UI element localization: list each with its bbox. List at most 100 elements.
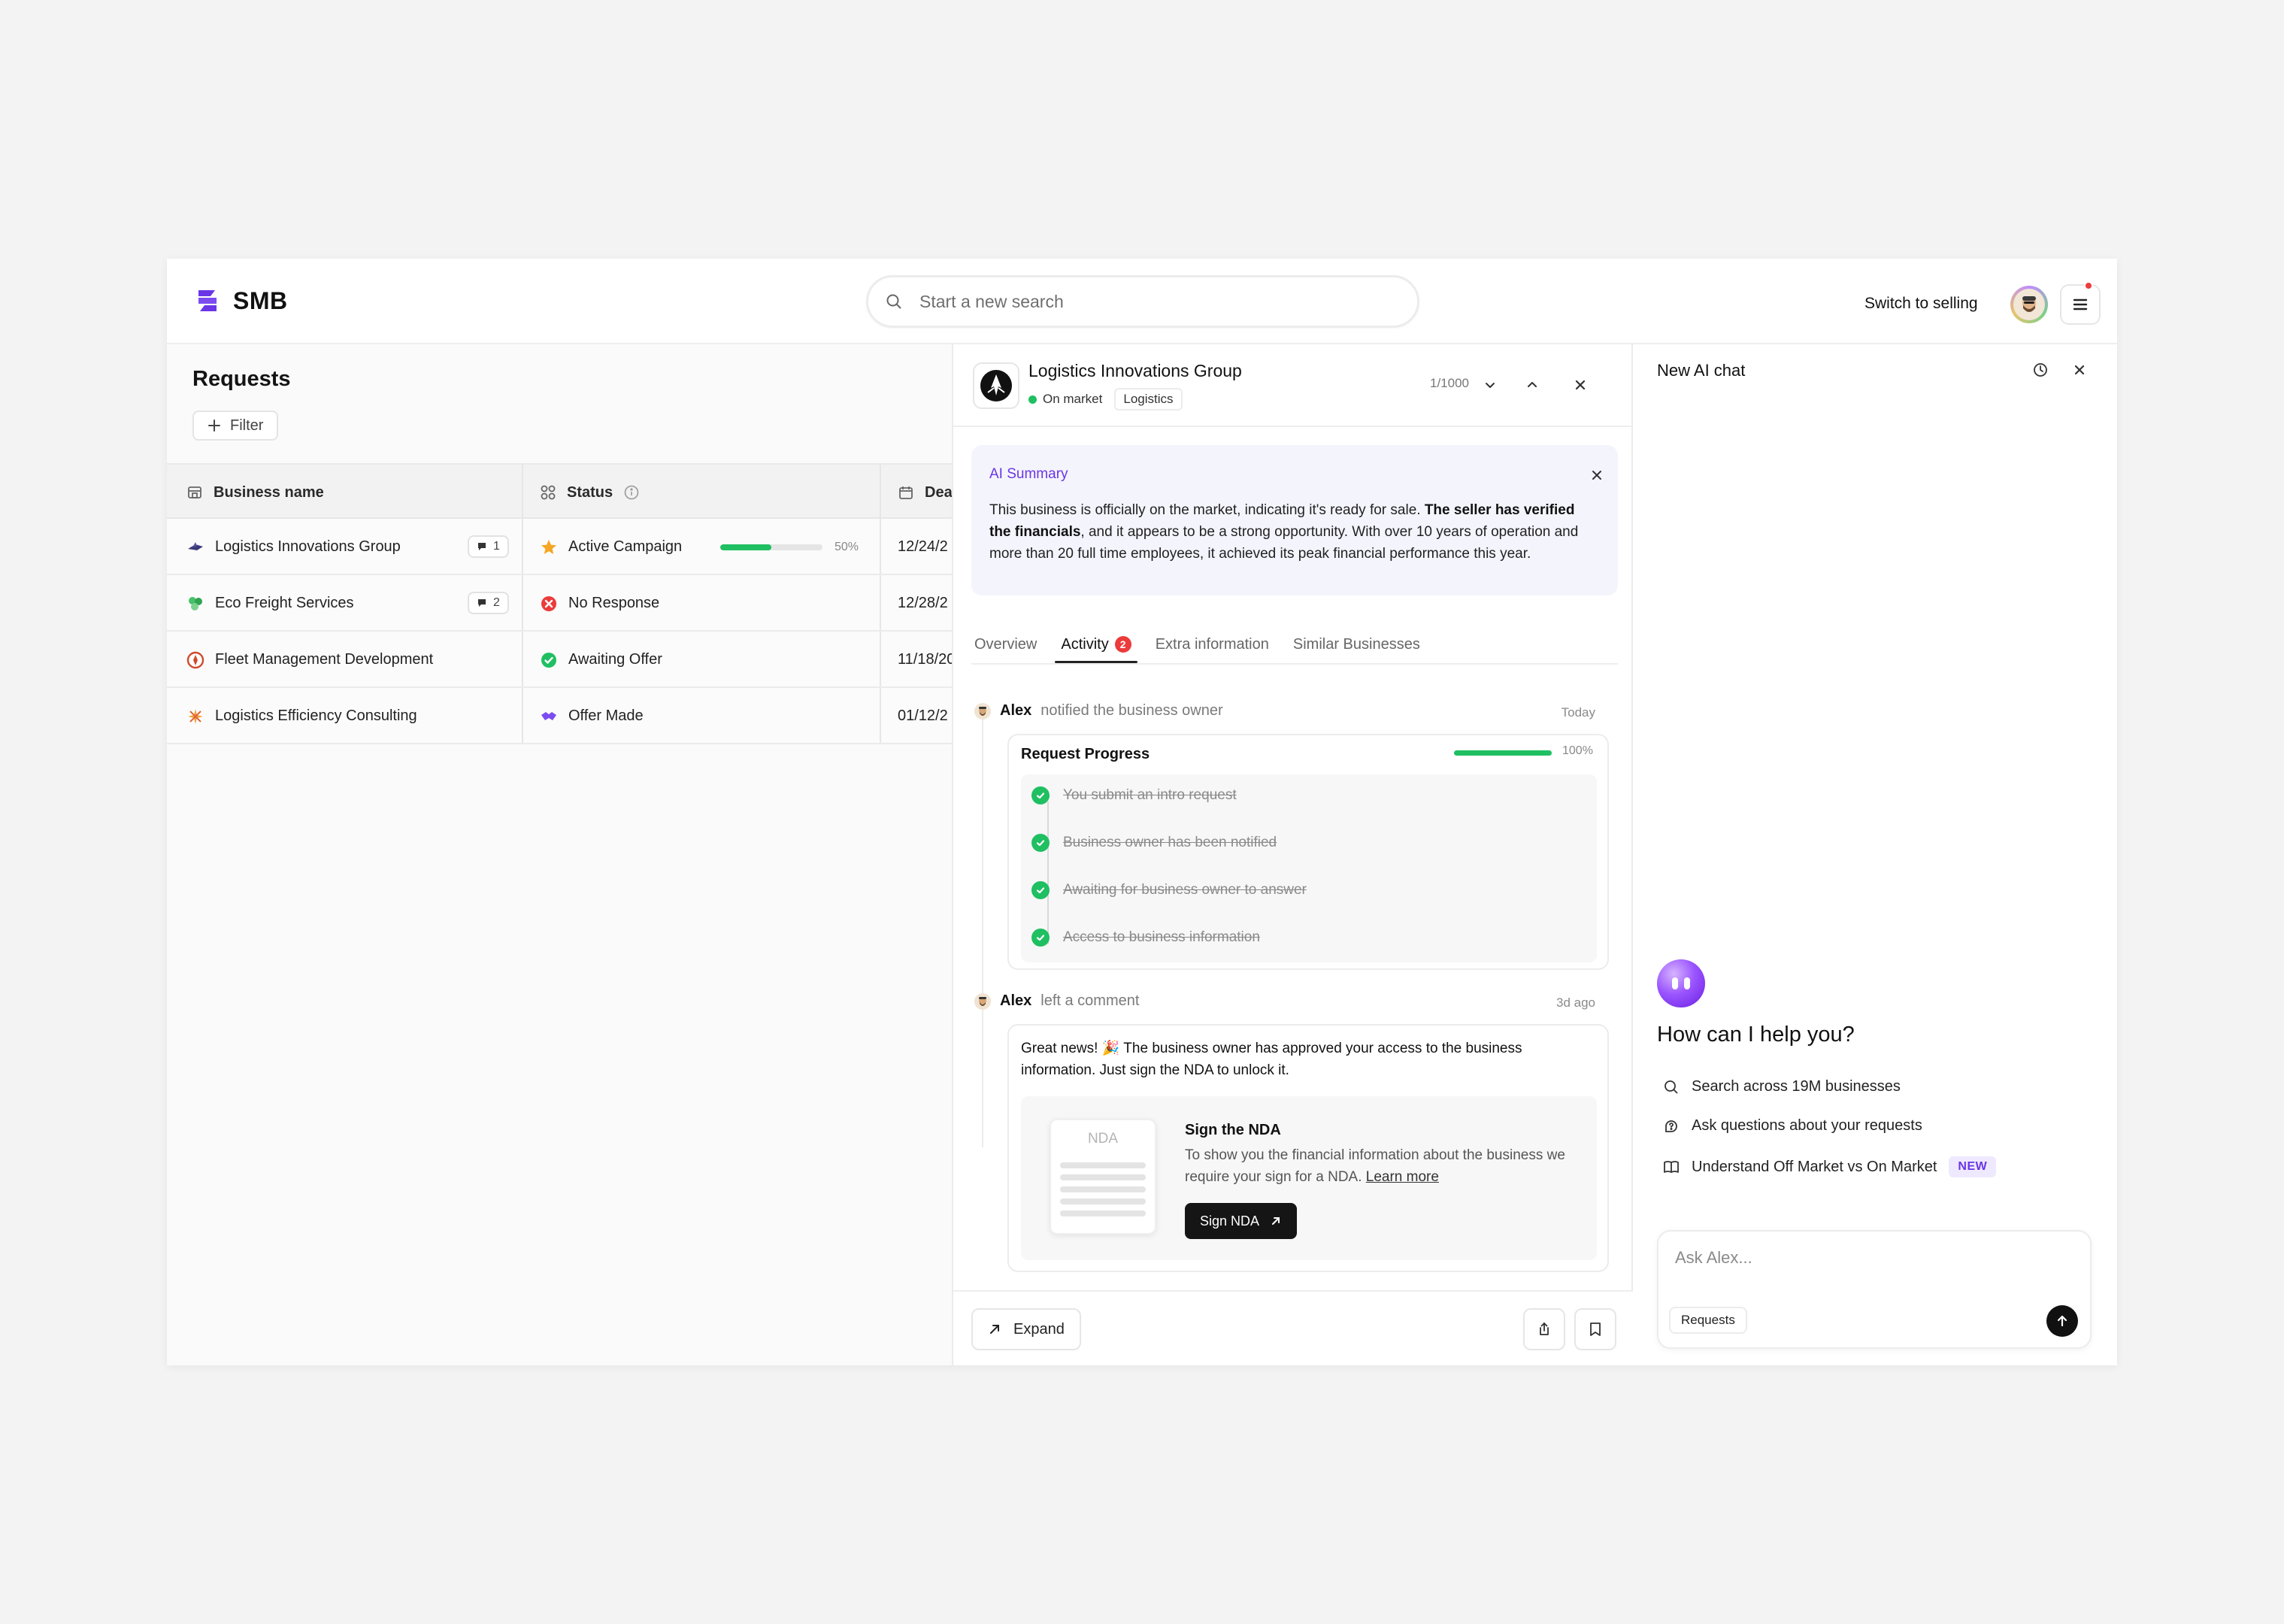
request-progress-card: Request Progress 100% You submit an intr…	[1007, 734, 1609, 970]
ai-chat-panel: New AI chat How can I help you? Search a…	[1633, 344, 2117, 1365]
comment-count-badge[interactable]: 2	[468, 592, 509, 614]
logo-icon	[198, 290, 217, 311]
tab-similar-businesses[interactable]: Similar Businesses	[1293, 626, 1420, 663]
column-business-name[interactable]: Business name	[186, 465, 324, 520]
column-status[interactable]: Status	[540, 465, 640, 520]
suggestion-label: Ask questions about your requests	[1692, 1117, 1922, 1134]
chat-input[interactable]	[1675, 1248, 2066, 1268]
suggestion-search[interactable]: Search across 19M businesses	[1663, 1078, 1901, 1095]
activity-time: 3d ago	[1556, 995, 1595, 1010]
check-circle-icon	[1031, 834, 1050, 852]
table-row[interactable]: Fleet Management Development Awaiting Of…	[167, 632, 956, 688]
table-header: Business name Status Dea	[167, 463, 953, 520]
tab-activity[interactable]: Activity 2	[1055, 626, 1138, 663]
logo-text: SMB	[233, 286, 288, 314]
business-name: Fleet Management Development	[215, 651, 434, 668]
filter-button[interactable]: Filter	[192, 411, 279, 441]
progress-steps: You submit an intro request Business own…	[1021, 774, 1597, 962]
steps-connector	[1047, 801, 1049, 944]
tab-extra-information[interactable]: Extra information	[1156, 626, 1269, 663]
info-icon[interactable]	[623, 484, 640, 501]
step-label: Awaiting for business owner to answer	[1063, 882, 1307, 898]
tab-overview[interactable]: Overview	[974, 626, 1037, 663]
suggestion-ask-questions[interactable]: Ask questions about your requests	[1663, 1117, 1922, 1135]
table-row[interactable]: Eco Freight Services 2 No Response 12/28…	[167, 575, 952, 632]
close-icon	[2074, 365, 2085, 375]
tab-label: Activity	[1061, 635, 1109, 653]
suggestion-off-market[interactable]: Understand Off Market vs On Market NEW	[1663, 1156, 1997, 1177]
x-circle-icon	[541, 595, 556, 611]
close-detail-button[interactable]	[1565, 370, 1595, 400]
record-pager: 1/1000	[1430, 376, 1469, 390]
activity-timeline-line	[982, 704, 983, 1147]
campaign-progress: 50%	[720, 519, 859, 575]
column-deal[interactable]: Dea	[898, 465, 953, 520]
date-cell: 11/18/20	[898, 651, 956, 668]
rocket-logo-icon	[980, 370, 1012, 401]
comment-icon	[478, 599, 486, 607]
detail-header: Logistics Innovations Group On market Lo…	[953, 344, 1634, 427]
send-button[interactable]	[2046, 1305, 2078, 1337]
search-input[interactable]	[919, 291, 1371, 312]
column-label: Business name	[214, 483, 324, 501]
ai-summary-text: This business is officially on the marke…	[989, 499, 1600, 565]
progress-bar	[720, 544, 822, 550]
previous-record-button[interactable]	[1517, 370, 1547, 400]
summary-text-part: This business is officially on the marke…	[989, 502, 1425, 518]
plus-icon	[208, 420, 220, 432]
expand-button[interactable]: Expand	[971, 1308, 1081, 1350]
close-summary-button[interactable]	[1582, 460, 1612, 490]
search-icon	[886, 294, 901, 309]
progress-step: Access to business information	[1031, 929, 1260, 947]
switch-to-selling-link[interactable]: Switch to selling	[1864, 295, 1978, 313]
table-row[interactable]: Logistics Innovations Group 1 Active Cam…	[167, 519, 952, 575]
top-bar: SMB Switch to selling	[167, 259, 2117, 344]
comment-card: Great news! 🎉 The business owner has app…	[1007, 1024, 1609, 1272]
status-label: No Response	[568, 595, 660, 611]
share-button[interactable]	[1523, 1308, 1565, 1350]
ai-summary-card: AI Summary This business is officially o…	[971, 445, 1618, 595]
chat-history-button[interactable]	[2025, 355, 2055, 385]
ai-summary-title: AI Summary	[989, 466, 1068, 482]
next-record-button[interactable]	[1475, 370, 1505, 400]
question-icon	[1665, 1120, 1677, 1132]
column-label: Dea	[925, 483, 953, 501]
ai-chat-title: New AI chat	[1657, 361, 1746, 380]
store-icon	[188, 486, 201, 498]
comment-count-badge[interactable]: 1	[468, 535, 509, 558]
progress-step: You submit an intro request	[1031, 786, 1237, 804]
step-label: Access to business information	[1063, 929, 1260, 945]
sparkle-logo-icon	[188, 708, 203, 724]
nda-section: NDA Sign the NDA To show you the financi…	[1021, 1096, 1597, 1260]
date-cell: 12/24/2	[898, 538, 948, 555]
business-name: Logistics Efficiency Consulting	[215, 707, 417, 724]
category-chip[interactable]: Logistics	[1114, 388, 1183, 411]
business-cell: Fleet Management Development	[186, 632, 433, 688]
close-chat-button[interactable]	[2064, 355, 2095, 385]
business-cell: Logistics Efficiency Consulting	[186, 688, 417, 744]
activity-count-badge: 2	[1114, 636, 1131, 653]
table-row[interactable]: Logistics Efficiency Consulting Offer Ma…	[167, 688, 952, 744]
share-icon	[1540, 1323, 1549, 1335]
context-chip[interactable]: Requests	[1669, 1307, 1747, 1334]
activity-author[interactable]: Alex	[1000, 702, 1031, 720]
user-avatar[interactable]	[2010, 286, 2048, 323]
check-circle-icon	[1031, 929, 1050, 947]
status-label: Offer Made	[568, 707, 644, 724]
search-icon	[1665, 1080, 1678, 1094]
tabs-divider	[971, 663, 1618, 665]
bookmark-button[interactable]	[1574, 1308, 1616, 1350]
status-label: Awaiting Offer	[568, 651, 662, 668]
sign-nda-button[interactable]: Sign NDA	[1185, 1203, 1298, 1239]
status-dot-icon	[1028, 395, 1037, 404]
avatar-face-icon	[2022, 296, 2036, 312]
progress-step: Awaiting for business owner to answer	[1031, 881, 1307, 899]
activity-action: left a comment	[1041, 992, 1140, 1009]
learn-more-link[interactable]: Learn more	[1366, 1169, 1439, 1185]
search-bar[interactable]	[866, 275, 1419, 328]
activity-header: Alex notified the business owner	[974, 702, 1223, 720]
activity-author[interactable]: Alex	[1000, 992, 1031, 1010]
nda-document-preview[interactable]: NDA	[1050, 1119, 1156, 1235]
logo[interactable]: SMB	[192, 286, 288, 316]
menu-button[interactable]	[2060, 284, 2101, 325]
